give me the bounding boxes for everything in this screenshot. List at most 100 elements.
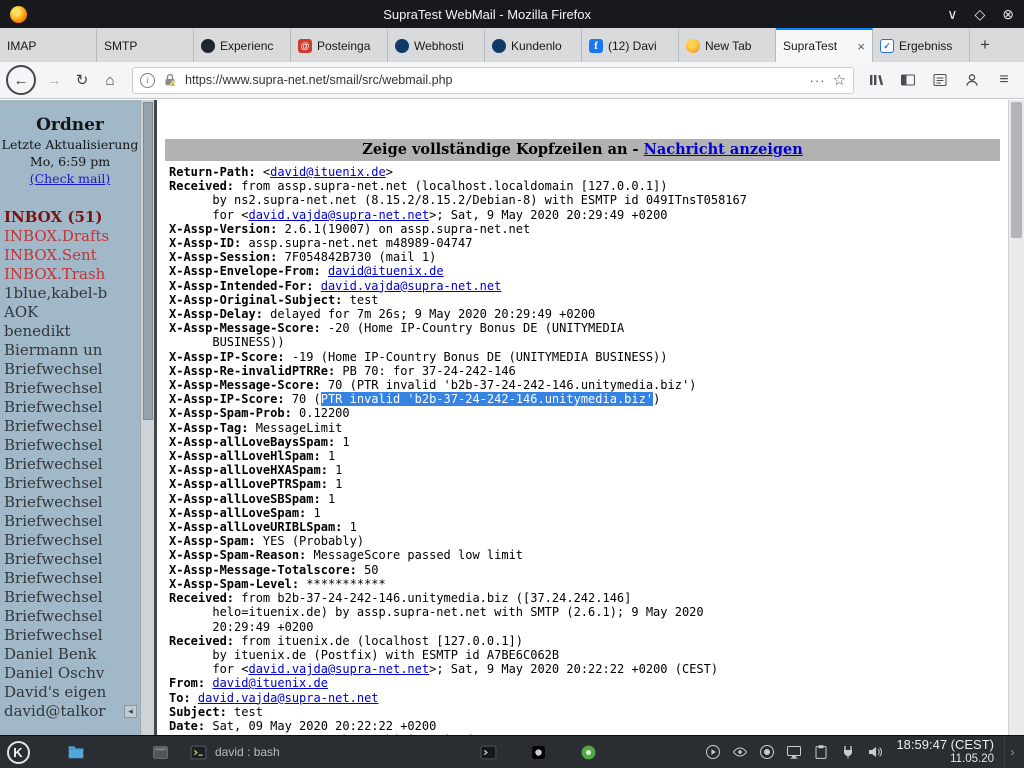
header-value: from assp.supra-net.net (localhost.local… xyxy=(241,179,667,193)
home-button[interactable]: ⌂ xyxy=(96,66,124,94)
page-actions-icon[interactable]: ··· xyxy=(810,73,826,88)
header-value: YES (Probably) xyxy=(263,534,364,548)
folder-item[interactable]: INBOX (51) xyxy=(0,208,140,227)
folder-item[interactable]: Briefwechsel xyxy=(0,417,140,436)
email-link[interactable]: david.vajda@supra-net.net xyxy=(321,279,502,293)
messenger-icon[interactable] xyxy=(574,738,602,766)
url-bar[interactable]: i https://www.supra-net.net/smail/src/we… xyxy=(132,67,854,94)
sidebar-scrollbar-thumb[interactable] xyxy=(143,102,153,420)
tab--12-davi[interactable]: f(12) Davi xyxy=(582,28,679,62)
header-line: X-Assp-Delay: delayed for 7m 26s; 9 May … xyxy=(169,307,1008,321)
folder-item[interactable]: Daniel Oschv xyxy=(0,664,140,683)
account-icon[interactable] xyxy=(962,70,982,90)
konsole-icon[interactable] xyxy=(474,738,502,766)
file-manager-icon[interactable] xyxy=(62,738,90,766)
tab-posteinga[interactable]: @Posteinga xyxy=(291,28,388,62)
folder-item[interactable]: 1blue,kabel-b xyxy=(0,284,140,303)
library-icon[interactable] xyxy=(866,70,886,90)
email-link[interactable]: david.vajda@supra-net.net xyxy=(198,691,379,705)
folder-item[interactable]: Briefwechsel xyxy=(0,398,140,417)
firefox-logo-icon xyxy=(10,6,27,23)
tab-new-tab[interactable]: New Tab xyxy=(679,28,776,62)
eye-icon[interactable] xyxy=(731,743,749,761)
bookmark-star-icon[interactable]: ☆ xyxy=(833,71,846,89)
system-settings-icon[interactable] xyxy=(524,738,552,766)
folder-item[interactable]: david@talkor xyxy=(0,702,140,721)
header-field-name: Received: xyxy=(169,591,241,605)
folder-item[interactable]: Biermann un xyxy=(0,341,140,360)
media-play-icon[interactable] xyxy=(704,743,722,761)
folder-item[interactable]: David's eigen xyxy=(0,683,140,702)
app-launcher-icon[interactable]: K xyxy=(4,738,32,766)
volume-icon[interactable] xyxy=(866,743,884,761)
show-message-link[interactable]: Nachricht anzeigen xyxy=(644,141,803,158)
check-mail-link[interactable]: (Check mail) xyxy=(0,171,140,186)
folder-item[interactable]: benedikt xyxy=(0,322,140,341)
folder-item[interactable]: INBOX.Trash xyxy=(0,265,140,284)
header-value: assp.supra-net.net m48989-04747 xyxy=(248,236,472,250)
folder-item[interactable]: INBOX.Sent xyxy=(0,246,140,265)
folder-item[interactable]: Briefwechsel xyxy=(0,607,140,626)
record-icon[interactable] xyxy=(758,743,776,761)
menu-icon[interactable]: ≡ xyxy=(994,70,1014,90)
last-refresh-time: Mo, 6:59 pm xyxy=(0,154,140,169)
new-tab-button[interactable]: + xyxy=(970,28,1000,62)
folder-item[interactable]: Daniel Benk xyxy=(0,645,140,664)
taskbar-clock[interactable]: 18:59:47 (CEST) 11.05.20 xyxy=(896,737,994,766)
folder-item[interactable]: AOK xyxy=(0,303,140,322)
site-info-icon[interactable]: i xyxy=(140,73,155,88)
power-icon[interactable] xyxy=(839,743,857,761)
folder-item[interactable]: Briefwechsel xyxy=(0,569,140,588)
folder-item[interactable]: Briefwechsel xyxy=(0,455,140,474)
minimize-icon[interactable]: ∨ xyxy=(947,7,957,21)
header-value: >; Sat, 9 May 2020 20:29:49 +0200 xyxy=(429,208,667,222)
folder-item[interactable]: Briefwechsel xyxy=(0,626,140,645)
reader-view-icon[interactable] xyxy=(930,70,950,90)
folder-item[interactable]: Briefwechsel xyxy=(0,512,140,531)
header-value: 0.12200 xyxy=(299,406,350,420)
sidebar-scrollbar[interactable] xyxy=(140,100,154,735)
header-line: To: david.vajda@supra-net.net xyxy=(169,691,1008,705)
folder-item[interactable]: Briefwechsel xyxy=(0,588,140,607)
maximize-icon[interactable]: ◇ xyxy=(974,7,985,21)
forward-button[interactable]: → xyxy=(40,66,68,94)
folder-item[interactable]: Briefwechsel xyxy=(0,360,140,379)
tab-close-icon[interactable]: × xyxy=(857,39,865,54)
reload-button[interactable]: ↻ xyxy=(68,66,96,94)
tab-ergebniss[interactable]: ✓Ergebniss xyxy=(873,28,970,62)
header-field-name: X-Assp-Spam-Prob: xyxy=(169,406,299,420)
folder-item[interactable]: Briefwechsel xyxy=(0,379,140,398)
folder-item[interactable]: Briefwechsel xyxy=(0,474,140,493)
email-link[interactable]: david.vajda@supra-net.net xyxy=(248,208,429,222)
panel-hide-button[interactable]: › xyxy=(1004,736,1020,768)
tab-experienc[interactable]: Experienc xyxy=(194,28,291,62)
email-link[interactable]: david.vajda@supra-net.net xyxy=(248,662,429,676)
display-icon[interactable] xyxy=(785,743,803,761)
scroll-left-icon[interactable]: ◂ xyxy=(124,705,137,718)
tab-supratest[interactable]: SupraTest× xyxy=(776,28,873,62)
folder-item[interactable]: Briefwechsel xyxy=(0,493,140,512)
close-icon[interactable]: ⊗ xyxy=(1002,7,1014,21)
clipboard-icon[interactable] xyxy=(812,743,830,761)
tab-webhosti[interactable]: Webhosti xyxy=(388,28,485,62)
email-link[interactable]: david@ituenix.de xyxy=(212,676,328,690)
folder-item[interactable]: INBOX.Drafts xyxy=(0,227,140,246)
insecure-lock-icon[interactable] xyxy=(162,72,178,88)
header-value: from ituenix.de (localhost [127.0.0.1]) xyxy=(241,634,523,648)
email-link[interactable]: david@ituenix.de xyxy=(328,264,444,278)
tab-imap[interactable]: IMAP xyxy=(0,28,97,62)
email-link[interactable]: david@ituenix.de xyxy=(270,165,386,179)
url-text[interactable]: https://www.supra-net.net/smail/src/webm… xyxy=(185,73,803,87)
app-window-icon[interactable] xyxy=(146,738,174,766)
folder-item[interactable]: Briefwechsel xyxy=(0,436,140,455)
folder-item[interactable]: Briefwechsel xyxy=(0,550,140,569)
tab-kundenlo[interactable]: Kundenlo xyxy=(485,28,582,62)
system-tray xyxy=(704,743,884,761)
tab-smtp[interactable]: SMTP xyxy=(97,28,194,62)
page-scrollbar[interactable] xyxy=(1008,100,1024,735)
folder-item[interactable]: Briefwechsel xyxy=(0,531,140,550)
taskbar-task-konsole[interactable]: david : bash xyxy=(182,736,470,768)
back-button[interactable]: ← xyxy=(6,65,36,95)
sidebar-toggle-icon[interactable] xyxy=(898,70,918,90)
page-scrollbar-thumb[interactable] xyxy=(1011,102,1022,238)
